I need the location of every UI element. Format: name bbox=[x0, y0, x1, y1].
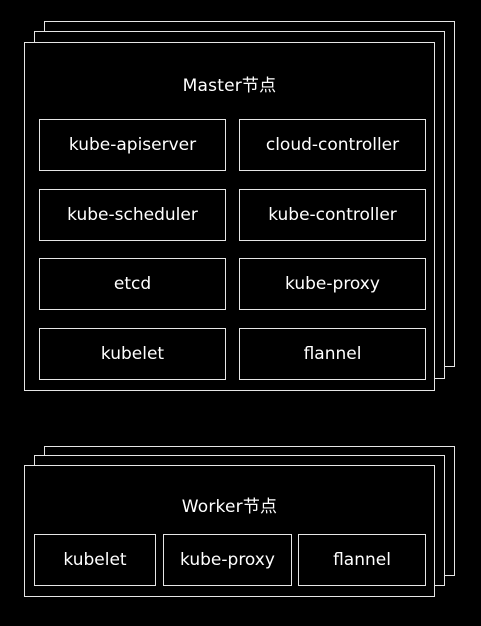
master-component-cloud-controller: cloud-controller bbox=[239, 119, 426, 171]
worker-node-box: Worker节点 kubelet kube-proxy flannel bbox=[24, 465, 435, 597]
master-node-box: Master节点 kube-apiserver cloud-controller… bbox=[24, 42, 435, 391]
master-component-flannel: flannel bbox=[239, 328, 426, 380]
worker-component-kube-proxy: kube-proxy bbox=[163, 534, 292, 586]
master-component-kube-proxy: kube-proxy bbox=[239, 258, 426, 310]
master-component-etcd: etcd bbox=[39, 258, 226, 310]
master-component-kube-apiserver: kube-apiserver bbox=[39, 119, 226, 171]
master-component-kube-controller: kube-controller bbox=[239, 189, 426, 241]
worker-component-flannel: flannel bbox=[298, 534, 426, 586]
master-node-title: Master节点 bbox=[182, 76, 277, 96]
master-component-kube-scheduler: kube-scheduler bbox=[39, 189, 226, 241]
master-component-kubelet: kubelet bbox=[39, 328, 226, 380]
worker-node-title: Worker节点 bbox=[181, 497, 278, 517]
worker-component-kubelet: kubelet bbox=[34, 534, 156, 586]
